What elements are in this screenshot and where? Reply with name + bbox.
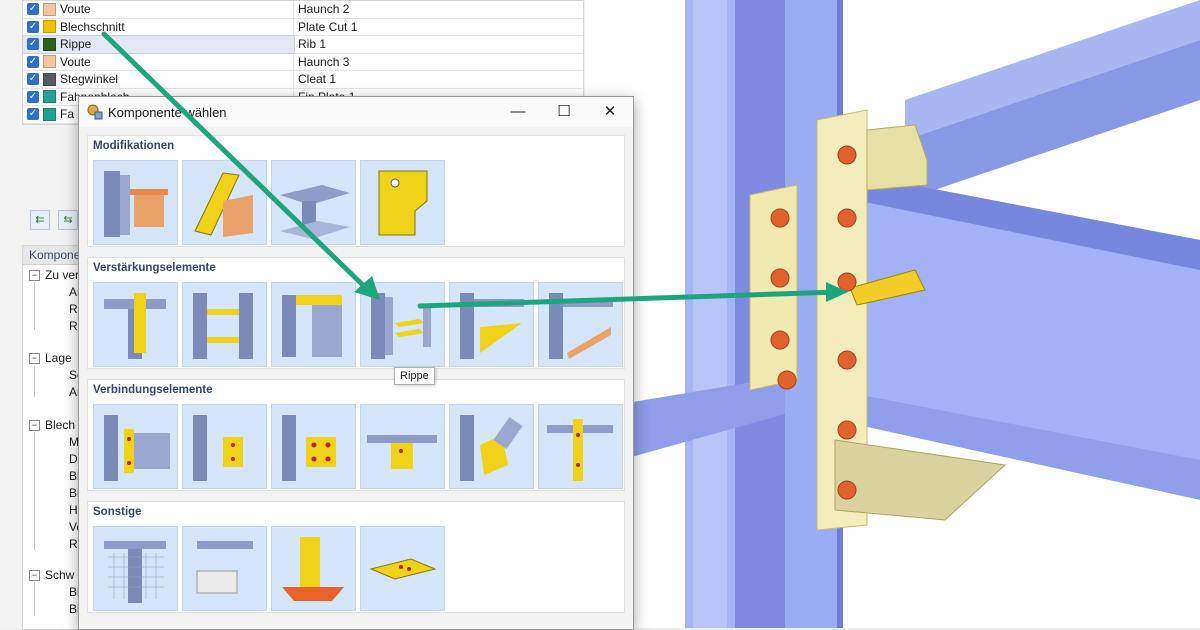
table-row[interactable]: ✓ Blechschnitt Plate Cut 1 xyxy=(23,18,583,36)
gusset-tile[interactable] xyxy=(449,282,534,367)
plate-bolts-tile[interactable] xyxy=(360,526,445,611)
maximize-button[interactable]: ☐ xyxy=(541,97,587,127)
color-swatch xyxy=(43,107,56,121)
rib-tile[interactable] xyxy=(360,282,445,367)
cut-tile[interactable] xyxy=(271,160,356,245)
component-name: Voute xyxy=(60,54,91,69)
component-name: Voute xyxy=(60,2,91,17)
collapse-icon[interactable]: − xyxy=(29,419,40,431)
group-modifications: Modifikationen xyxy=(87,135,625,247)
component-type: Cleat 1 xyxy=(298,72,337,87)
group-connectors: Verbindungselemente xyxy=(87,379,625,491)
dialog-title: Komponente wählen xyxy=(108,104,227,120)
collapse-icon[interactable]: − xyxy=(29,269,40,281)
tree-group[interactable]: − Schw xyxy=(29,568,74,582)
tree-group[interactable]: − Zu ver xyxy=(29,268,79,282)
component-name: Blechschnitt xyxy=(60,19,125,34)
web-plate-tile[interactable] xyxy=(271,282,356,367)
component-name: Fa xyxy=(60,107,75,122)
move-down-button[interactable]: ⇆ xyxy=(58,210,78,230)
fin-plate-tile[interactable] xyxy=(182,404,267,489)
collapse-icon[interactable]: − xyxy=(29,569,40,581)
tube-connection-tile[interactable] xyxy=(449,404,534,489)
tree-group-label: Blech xyxy=(45,418,76,432)
tree-group-label: Lage xyxy=(45,351,72,365)
table-row[interactable]: ✓ Stegwinkel Cleat 1 xyxy=(23,71,583,89)
block-tile[interactable] xyxy=(182,526,267,611)
tree-leaf[interactable]: D xyxy=(69,452,78,466)
column-splice-tile[interactable] xyxy=(538,404,623,489)
component-name: Rippe xyxy=(60,37,92,52)
plate-cut-tile[interactable] xyxy=(182,160,267,245)
cleat-tile[interactable] xyxy=(271,404,356,489)
component-icon xyxy=(87,104,103,120)
tree-group-label: Schw xyxy=(45,568,75,582)
component-type: Haunch 3 xyxy=(298,54,350,69)
splice-tile[interactable] xyxy=(360,404,445,489)
checkbox[interactable]: ✓ xyxy=(27,3,39,16)
knee-brace-tile[interactable] xyxy=(538,282,623,367)
tree-group[interactable]: − Blech xyxy=(29,418,75,432)
group-title: Modifikationen xyxy=(93,140,175,152)
tree-group-label: Zu ver xyxy=(45,268,80,282)
color-swatch xyxy=(43,37,56,51)
color-swatch xyxy=(43,90,56,104)
checkbox[interactable]: ✓ xyxy=(27,55,39,68)
checkbox[interactable]: ✓ xyxy=(27,20,39,33)
color-swatch xyxy=(43,55,56,69)
tooltip: Rippe xyxy=(394,367,435,385)
close-button[interactable]: ✕ xyxy=(587,97,633,127)
tree-leaf[interactable]: H xyxy=(69,503,78,517)
checkbox[interactable]: ✓ xyxy=(27,38,39,51)
color-swatch xyxy=(43,72,56,86)
stiffener-tile[interactable] xyxy=(93,282,178,367)
table-row[interactable]: ✓ Rippe Rib 1 xyxy=(22,35,583,54)
group-stiffeners: Verstärkungselemente xyxy=(87,257,625,369)
component-type: Rib 1 xyxy=(298,37,327,52)
stiffener-pair-tile[interactable] xyxy=(182,282,267,367)
color-swatch xyxy=(43,2,56,16)
end-plate-tile[interactable] xyxy=(93,404,178,489)
mesh-tile[interactable] xyxy=(93,526,178,611)
tree-group[interactable]: − Lage xyxy=(29,351,72,365)
minimize-button[interactable]: — xyxy=(495,97,541,127)
base-plate-tile[interactable] xyxy=(271,526,356,611)
steel-connection-3d xyxy=(585,0,1200,628)
color-swatch xyxy=(43,20,56,34)
component-type: Plate Cut 1 xyxy=(298,19,358,34)
plate-shape-tile[interactable] xyxy=(360,160,445,245)
select-component-dialog: Komponente wählen — ☐ ✕ Modifikationen V… xyxy=(78,96,634,630)
group-title: Sonstige xyxy=(93,506,142,518)
haunch-tile[interactable] xyxy=(93,160,178,245)
component-type: Haunch 2 xyxy=(298,2,350,17)
group-title: Verstärkungselemente xyxy=(93,262,216,274)
checkbox[interactable]: ✓ xyxy=(27,90,39,103)
table-row[interactable]: ✓ Voute Haunch 3 xyxy=(23,53,583,71)
collapse-icon[interactable]: − xyxy=(29,352,40,364)
component-name: Stegwinkel xyxy=(60,72,119,87)
checkbox[interactable]: ✓ xyxy=(27,108,39,121)
table-row[interactable]: ✓ Voute Haunch 2 xyxy=(23,1,583,19)
checkbox[interactable]: ✓ xyxy=(27,73,39,86)
model-viewport[interactable] xyxy=(585,0,1200,628)
move-up-button[interactable]: ⇇ xyxy=(30,210,50,230)
group-other: Sonstige xyxy=(87,501,625,613)
dialog-titlebar[interactable]: Komponente wählen — ☐ ✕ xyxy=(79,97,633,127)
group-title: Verbindungselemente xyxy=(93,384,213,396)
